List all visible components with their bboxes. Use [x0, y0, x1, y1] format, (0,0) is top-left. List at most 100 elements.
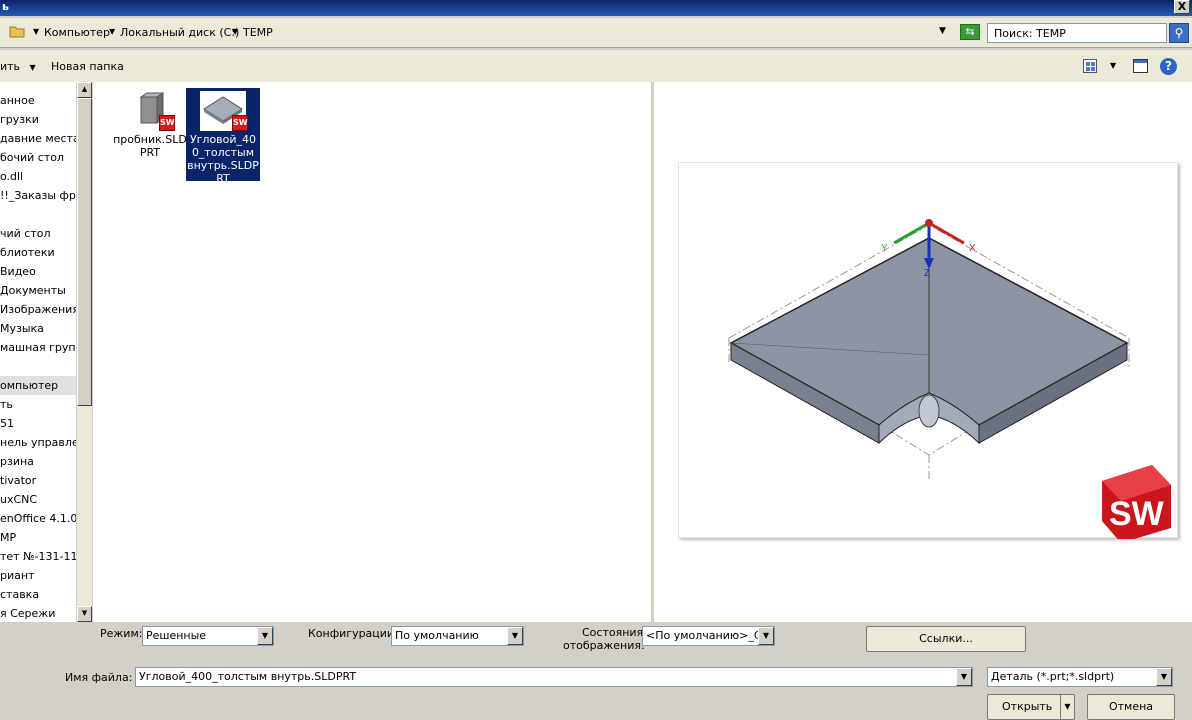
nav-item[interactable]: Документы	[0, 281, 76, 300]
nav-item[interactable]: анное	[0, 91, 76, 110]
chevron-down-icon: ▼	[29, 63, 36, 72]
part-thumbnail-icon: SW	[200, 91, 248, 131]
scroll-up-icon[interactable]: ▲	[77, 82, 92, 98]
display-state-select[interactable]: <По умолчанию>_Сос ▼	[642, 626, 775, 646]
chevron-down-icon[interactable]: ▼	[1156, 668, 1172, 686]
config-label: Конфигурации:	[308, 627, 398, 640]
nav-item[interactable]: машная группа	[0, 338, 76, 357]
view-options-arrow-icon[interactable]: ▼	[1110, 61, 1116, 70]
axis-label-x: X	[969, 243, 976, 254]
nav-item[interactable]: чий стол	[0, 224, 76, 243]
address-history-dropdown-icon[interactable]: ▼	[939, 26, 946, 36]
axis-label-y: Y	[881, 243, 888, 254]
open-options-chevron-icon[interactable]: ▼	[1060, 695, 1074, 719]
breadcrumb-arrow-icon[interactable]: ▼	[232, 27, 238, 36]
nav-item[interactable]: тет №-131-11_	[0, 547, 76, 566]
chevron-down-icon[interactable]: ▼	[257, 627, 273, 645]
nav-item[interactable]: ть	[0, 395, 76, 414]
config-select[interactable]: По умолчанию ▼	[391, 626, 524, 646]
file-item-probnik[interactable]: SW пробник.SLD PRT	[113, 88, 187, 160]
nav-item[interactable]: MP	[0, 528, 76, 547]
nav-item[interactable]: uxCNC	[0, 490, 76, 509]
breadcrumb-local-disk[interactable]: Локальный диск (C:)	[120, 26, 239, 39]
file-list-pane: SW пробник.SLD PRT SW Угловой_40 0_толст…	[93, 82, 651, 622]
refresh-button[interactable]: ⇆	[960, 24, 980, 40]
chevron-down-icon[interactable]: ▼	[758, 627, 774, 645]
nav-item[interactable]: давние места	[0, 129, 76, 148]
folder-icon	[9, 26, 25, 38]
file-name-line: 0_толстым	[191, 146, 255, 159]
mode-label: Режим:	[100, 627, 143, 640]
filetype-value: Деталь (*.prt;*.sldprt)	[991, 670, 1115, 683]
breadcrumb-arrow-icon[interactable]: ▼	[109, 27, 115, 36]
command-toolbar: ить ▼ Новая папка ▼ ?	[0, 50, 1192, 82]
help-icon[interactable]: ?	[1160, 58, 1177, 75]
mode-select[interactable]: Решенные ▼	[142, 626, 274, 646]
address-bar: ▼ Компьютер ▼ Локальный диск (C:) ▼ TEMP…	[0, 18, 1192, 48]
nav-item[interactable]: омпьютер	[0, 376, 76, 395]
nav-item[interactable]: нель управлени	[0, 433, 76, 452]
nav-item[interactable]: o.dll	[0, 167, 76, 186]
chevron-down-icon[interactable]: ▼	[956, 668, 972, 686]
chevron-down-icon[interactable]: ▼	[507, 627, 523, 645]
filetype-select[interactable]: Деталь (*.prt;*.sldprt) ▼	[987, 667, 1173, 687]
title-bar: ь X	[0, 0, 1192, 16]
file-name-line: RT	[216, 172, 230, 185]
window-title: ь	[2, 0, 9, 13]
breadcrumb-temp[interactable]: TEMP	[243, 26, 273, 39]
open-button[interactable]: Открыть ▼	[987, 694, 1075, 720]
navigation-pane: анное грузки давние места бочий стол o.dll!!…	[0, 82, 76, 622]
solidworks-badge-icon: SW	[159, 115, 175, 131]
nav-item[interactable]: Изображения	[0, 300, 76, 319]
filename-label: Имя файла:	[65, 671, 133, 684]
cancel-button[interactable]: Отмена	[1087, 694, 1175, 720]
search-input[interactable]: Поиск: TEMP	[987, 23, 1167, 43]
nav-item[interactable]: грузки	[0, 110, 76, 129]
preview-pane-toggle-icon[interactable]	[1133, 59, 1148, 73]
references-button[interactable]: Ссылки...	[866, 626, 1026, 652]
nav-item[interactable]: 51	[0, 414, 76, 433]
filename-value: Угловой_400_толстым внутрь.SLDPRT	[139, 670, 357, 683]
config-value: По умолчанию	[395, 629, 479, 642]
navigation-scrollbar[interactable]: ▲ ▼	[76, 82, 92, 622]
nav-item[interactable]: tivator	[0, 471, 76, 490]
close-window-button[interactable]: X	[1174, 0, 1190, 14]
axis-label-z: Z	[924, 268, 930, 279]
display-state-label: Состояния	[582, 626, 644, 639]
file-item-uglovoy[interactable]: SW Угловой_40 0_толстым внутрь.SLDP RT	[186, 88, 260, 185]
nav-item[interactable]: !!_Заказы фре	[0, 186, 76, 205]
file-name-line: пробник.SLD	[113, 133, 187, 146]
nav-item[interactable]: ставка	[0, 585, 76, 604]
nav-item[interactable]: Музыка	[0, 319, 76, 338]
part-preview-image: X Y Z SW	[678, 162, 1178, 543]
organize-label: ить	[0, 60, 21, 73]
display-state-label-2: отображения:	[563, 639, 645, 652]
organize-button[interactable]: ить ▼	[0, 60, 36, 73]
logo-text: SW	[1109, 495, 1165, 533]
open-label: Открыть	[1002, 700, 1053, 713]
nav-item[interactable]: блиотеки	[0, 243, 76, 262]
file-name-line: PRT	[139, 146, 161, 159]
display-state-value: <По умолчанию>_Сос	[646, 629, 775, 642]
nav-item[interactable]: риант	[0, 566, 76, 585]
nav-item[interactable]: бочий стол	[0, 148, 76, 167]
nav-item[interactable]: я Сережи	[0, 604, 76, 622]
breadcrumb-computer[interactable]: Компьютер	[44, 26, 110, 39]
scrollbar-thumb[interactable]	[77, 98, 92, 406]
nav-item[interactable]: Видео	[0, 262, 76, 281]
nav-item[interactable]: рзина	[0, 452, 76, 471]
file-name-line: Угловой_40	[189, 133, 257, 146]
nav-item	[0, 205, 76, 224]
search-icon[interactable]: ⚲	[1169, 23, 1189, 43]
solidworks-logo-icon: SW	[1102, 465, 1171, 543]
mode-value: Решенные	[146, 629, 207, 642]
scroll-down-icon[interactable]: ▼	[77, 606, 92, 622]
part-thumbnail-icon: SW	[127, 91, 175, 131]
filename-input[interactable]: Угловой_400_толстым внутрь.SLDPRT ▼	[135, 667, 973, 687]
nav-item[interactable]: enOffice 4.1.0 (	[0, 509, 76, 528]
nav-item	[0, 357, 76, 376]
dialog-bottom-panel: Режим: Решенные ▼ Конфигурации: По умолч…	[0, 622, 1192, 720]
change-view-icon[interactable]	[1083, 59, 1097, 73]
new-folder-button[interactable]: Новая папка	[51, 60, 124, 73]
breadcrumb-arrow-icon[interactable]: ▼	[33, 27, 39, 36]
